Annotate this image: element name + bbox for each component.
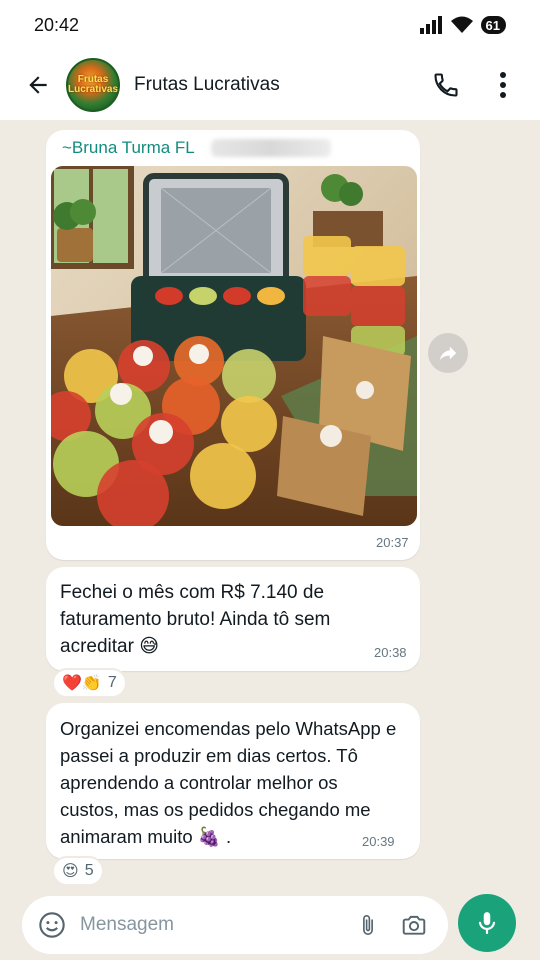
emoji-button[interactable] [34, 907, 70, 943]
forward-icon [439, 346, 457, 361]
camera-button[interactable] [396, 907, 432, 943]
status-bar: 20:42 61 [0, 0, 540, 50]
reaction-count: 7 [107, 674, 117, 691]
status-icons: 61 [419, 16, 513, 34]
camera-icon [402, 915, 426, 935]
back-button[interactable] [18, 65, 58, 105]
image-message[interactable]: ~Bruna Turma FL 20:37 [46, 130, 420, 560]
message-reaction[interactable]: ❤️👏 7 [52, 668, 127, 698]
voice-call-button[interactable] [426, 65, 466, 105]
message-time: 20:38 [374, 645, 407, 660]
text-message[interactable]: Fechei o mês com R$ 7.140 de faturamento… [46, 567, 420, 671]
attach-icon [363, 915, 373, 935]
message-composer [22, 896, 448, 954]
chat-title[interactable]: Frutas Lucrativas [134, 74, 426, 96]
battery-level: 61 [485, 17, 500, 33]
message-time: 20:37 [376, 535, 409, 550]
message-time: 20:39 [362, 834, 395, 849]
group-avatar[interactable]: Frutas Lucrativas [66, 58, 120, 112]
signal-icon [419, 16, 442, 34]
emoji-icon [39, 912, 65, 938]
battery-icon: 61 [480, 16, 513, 34]
voice-record-button[interactable] [458, 894, 516, 952]
reaction-emojis: 😍 [62, 863, 79, 880]
blurred-phone-number [210, 139, 331, 157]
mic-icon [478, 912, 496, 934]
sender-name[interactable]: ~Bruna Turma FL [62, 138, 195, 158]
reaction-count: 5 [84, 862, 94, 879]
more-vert-icon [500, 72, 506, 98]
wifi-icon [450, 16, 473, 33]
text-message[interactable]: Organizei encomendas pelo WhatsApp e pas… [46, 703, 420, 859]
message-reaction[interactable]: 😍 5 [52, 856, 104, 886]
chat-header: Frutas Lucrativas Frutas Lucrativas [0, 50, 540, 120]
back-arrow-icon [29, 76, 47, 94]
more-options-button[interactable] [488, 65, 518, 105]
avatar-logo-text: Frutas Lucrativas [67, 74, 119, 95]
message-text: Organizei encomendas pelo WhatsApp e pas… [60, 718, 397, 847]
status-time: 20:42 [34, 14, 80, 35]
attach-button[interactable] [350, 907, 386, 943]
message-text: Fechei o mês com R$ 7.140 de faturamento… [60, 582, 331, 657]
message-input[interactable] [80, 914, 350, 936]
reaction-emojis: ❤️👏 [62, 675, 102, 692]
fruit-cups-photo [51, 166, 417, 526]
sender-line: ~Bruna Turma FL [62, 138, 331, 158]
message-photo[interactable] [51, 166, 417, 526]
forward-button[interactable] [428, 333, 468, 373]
phone-icon [434, 73, 458, 97]
